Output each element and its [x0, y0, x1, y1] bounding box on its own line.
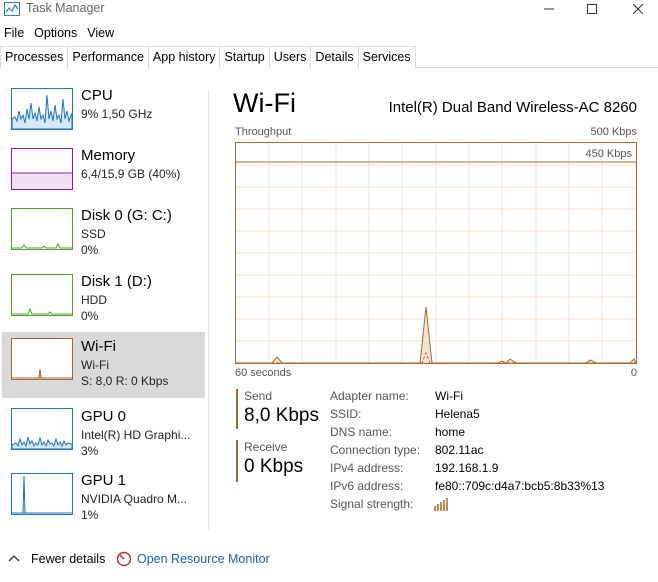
menu-view[interactable]: View [82, 24, 119, 42]
sidebar-item-usage: 0% [81, 309, 99, 323]
time-axis-label: 60 seconds [235, 367, 292, 379]
sidebar-item-disk-0[interactable]: Disk 0 (G: C:) SSD 0% [2, 204, 205, 268]
sidebar-divider [208, 90, 209, 530]
property-key: IPv4 address: [330, 461, 404, 475]
tab-services[interactable]: Services [357, 46, 416, 68]
property-key: Adapter name: [330, 389, 409, 403]
sidebar-item-detail: 9% 1,50 GHz [81, 107, 153, 121]
graph-scale-label: 450 Kbps [585, 148, 632, 160]
menu-bar: File Options View [0, 24, 119, 42]
signal-bars-icon [434, 498, 448, 511]
adapter-name: Intel(R) Dual Band Wireless-AC 8260 [388, 99, 637, 116]
sidebar-item-usage: 1% [81, 508, 99, 522]
sidebar-item-gpu-0[interactable]: GPU 0 Intel(R) HD Graphi... 3% [2, 402, 205, 466]
receive-stat: Receive 0 Kbps [236, 440, 303, 482]
resource-monitor-icon [116, 551, 132, 567]
close-icon [633, 4, 643, 14]
menu-file[interactable]: File [0, 24, 29, 42]
maximize-icon [587, 4, 597, 14]
property-value: Wi-Fi [435, 389, 463, 403]
receive-label: Receive [244, 440, 288, 454]
sidebar: CPU 9% 1,50 GHz Memory 6,4/15,9 GB (40%)… [0, 84, 206, 532]
close-button[interactable] [615, 0, 658, 18]
menu-options[interactable]: Options [29, 24, 82, 42]
sidebar-item-title: Disk 0 (G: C:) [81, 207, 172, 224]
sidebar-item-detail: Intel(R) HD Graphi... [81, 428, 191, 442]
disk-1-thumbnail [11, 274, 73, 316]
graph-zero-label: 0 [630, 367, 637, 379]
send-label: Send [244, 389, 273, 403]
memory-thumbnail [11, 148, 73, 190]
gpu-1-thumbnail [11, 473, 73, 515]
fewer-details-button[interactable]: Fewer details [31, 552, 105, 566]
sidebar-item-gpu-1[interactable]: GPU 1 NVIDIA Quadro M... 1% [2, 468, 205, 532]
sidebar-item-usage: S: 8,0 R: 0 Kbps [81, 374, 169, 388]
tab-processes[interactable]: Processes [0, 46, 69, 68]
tab-details[interactable]: Details [310, 46, 359, 68]
property-key: DNS name: [330, 425, 393, 439]
property-value: 802.11ac [435, 443, 484, 457]
sidebar-item-memory[interactable]: Memory 6,4/15,9 GB (40%) [2, 144, 205, 208]
property-value: Helena5 [435, 407, 480, 421]
sidebar-item-detail: SSD [81, 227, 106, 241]
sidebar-item-detail: NVIDIA Quadro M... [81, 492, 188, 506]
sidebar-item-cpu[interactable]: CPU 9% 1,50 GHz [2, 84, 205, 148]
minimize-button[interactable] [526, 0, 572, 18]
send-stat: Send 8,0 Kbps [236, 389, 319, 429]
throughput-label: Throughput [235, 126, 292, 138]
sidebar-item-detail: Wi-Fi [81, 358, 109, 372]
task-manager-icon [4, 2, 20, 16]
tab-users[interactable]: Users [268, 46, 312, 68]
sidebar-item-wifi[interactable]: Wi-Fi Wi-Fi S: 8,0 R: 0 Kbps [2, 332, 205, 398]
page-title: Wi-Fi [233, 88, 296, 118]
gpu-0-thumbnail [11, 408, 73, 450]
property-key: Connection type: [330, 443, 421, 457]
cpu-thumbnail [11, 88, 73, 130]
property-key: IPv6 address: [330, 479, 404, 493]
tab-startup[interactable]: Startup [219, 46, 270, 68]
sidebar-item-title: GPU 1 [81, 472, 127, 489]
sidebar-item-detail: 6,4/15,9 GB (40%) [81, 167, 181, 181]
sidebar-item-usage: 0% [81, 243, 99, 257]
property-value: home [435, 425, 466, 439]
send-value: 8,0 Kbps [244, 405, 319, 426]
maximize-button[interactable] [569, 0, 615, 18]
property-value: 192.168.1.9 [435, 461, 499, 475]
sidebar-item-title: CPU [81, 87, 113, 104]
sidebar-item-detail: HDD [81, 293, 107, 307]
title-bar: Task Manager [0, 0, 658, 20]
tab-app-history[interactable]: App history [147, 46, 221, 68]
minimize-icon [544, 8, 554, 10]
max-throughput-label: 500 Kbps [590, 126, 637, 138]
footer: Fewer details Open Resource Monitor [0, 549, 658, 571]
sidebar-item-title: Wi-Fi [81, 338, 116, 355]
open-resource-monitor-link[interactable]: Open Resource Monitor [137, 552, 270, 566]
chevron-up-icon[interactable] [8, 553, 20, 563]
property-value: fe80::709c:d4a7:bcb5:8b33%13 [435, 479, 605, 493]
property-key: SSID: [330, 407, 362, 421]
sidebar-item-title: Memory [81, 147, 136, 164]
disk-0-thumbnail [11, 208, 73, 250]
window-title: Task Manager [26, 1, 105, 15]
property-key: Signal strength: [330, 497, 414, 511]
tab-bar: Processes Performance App history Startu… [0, 46, 658, 69]
sidebar-item-usage: 3% [81, 444, 99, 458]
sidebar-item-title: GPU 0 [81, 408, 127, 425]
throughput-graph-svg [236, 143, 636, 363]
receive-value: 0 Kbps [244, 456, 304, 477]
sidebar-item-disk-1[interactable]: Disk 1 (D:) HDD 0% [2, 270, 205, 334]
throughput-graph [235, 142, 637, 364]
wifi-thumbnail [11, 338, 73, 380]
sidebar-item-title: Disk 1 (D:) [81, 273, 152, 290]
tab-performance[interactable]: Performance [67, 46, 149, 69]
